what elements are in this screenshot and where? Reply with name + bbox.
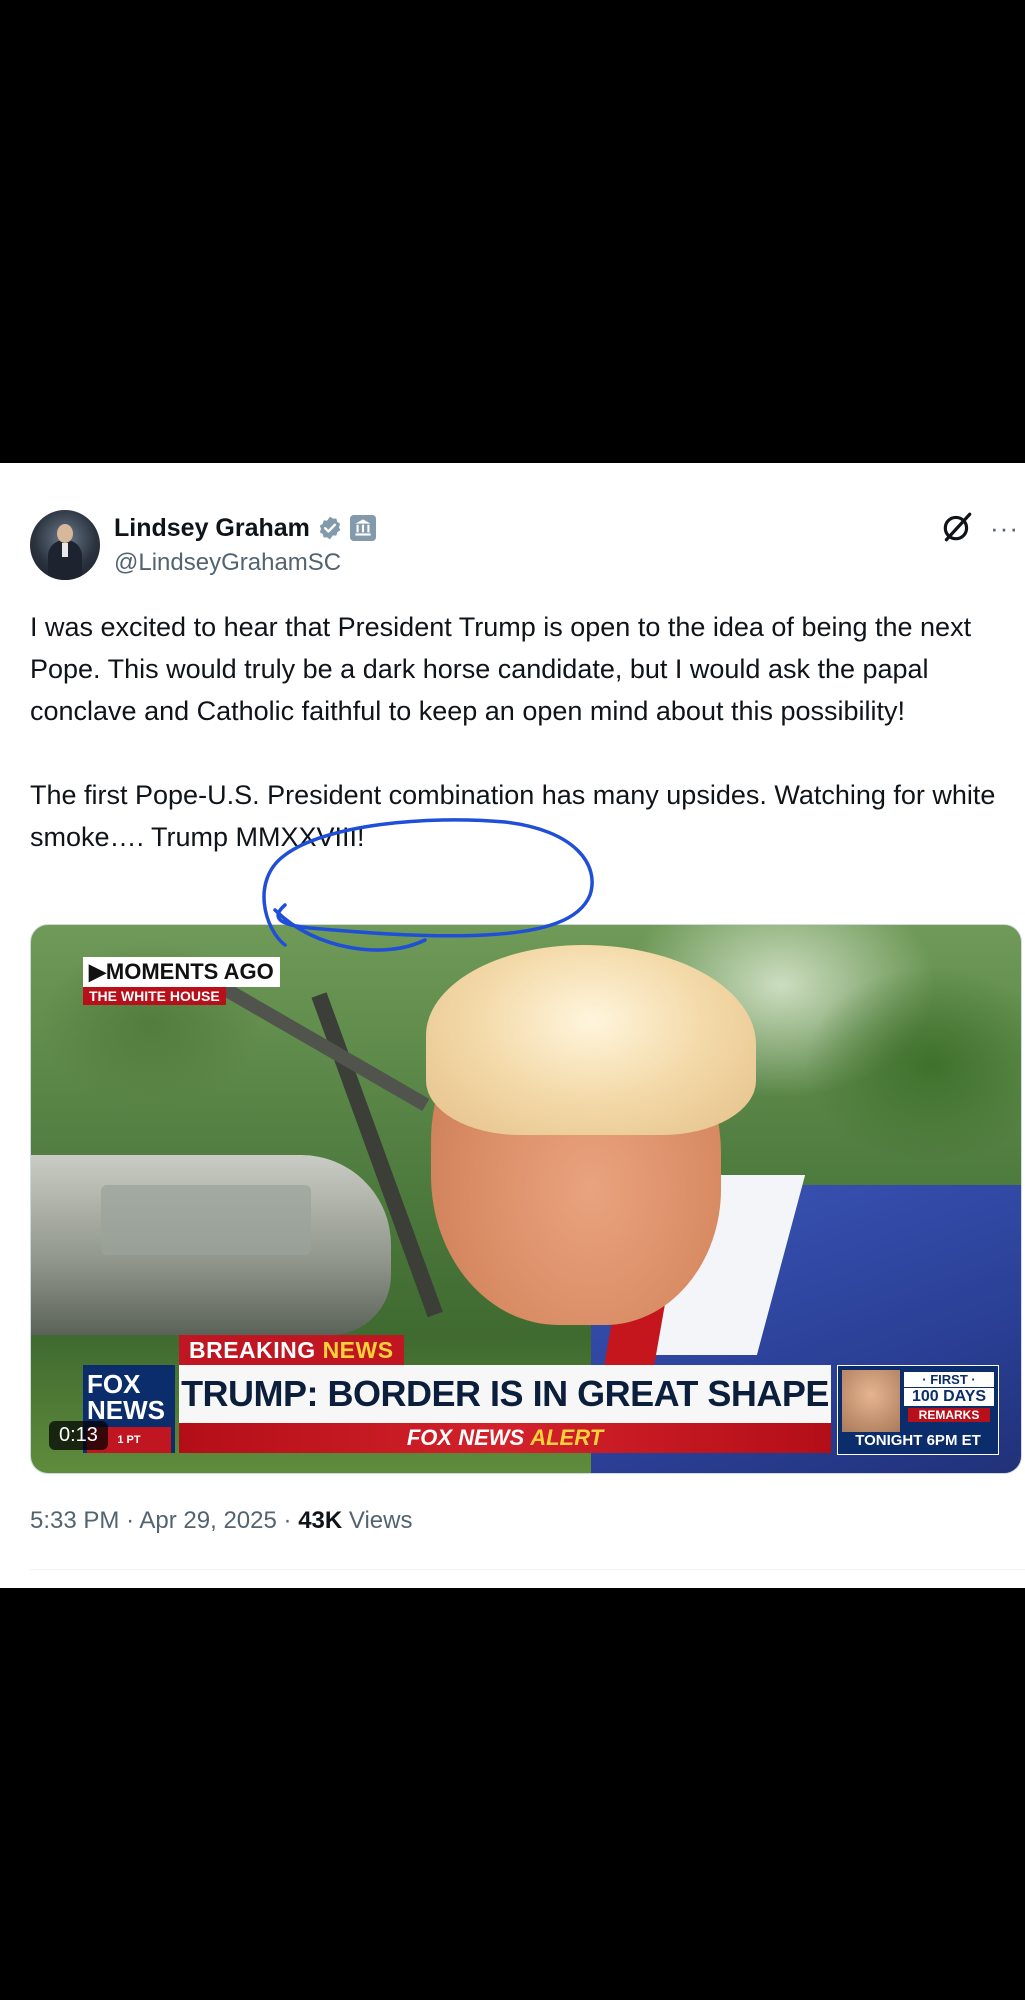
tweet-date[interactable]: Apr 29, 2025 <box>139 1507 276 1534</box>
location-label: THE WHITE HOUSE <box>83 987 226 1005</box>
video-player[interactable]: ▶MOMENTS AGO THE WHITE HOUSE BREAKING NE… <box>30 924 1022 1474</box>
breaking-news-label: BREAKING NEWS <box>179 1335 404 1366</box>
promo-box: · FIRST · 100 DAYS REMARKS TONIGHT 6PM E… <box>837 1365 999 1455</box>
views-label: Views <box>348 1507 413 1534</box>
author-name-row: Lindsey Graham <box>114 511 376 545</box>
tweet-card: Lindsey Graham @LindseyGrahamSC ··· I wa… <box>0 463 1025 1588</box>
verified-badge-icon <box>319 516 341 540</box>
views-count: 43K <box>298 1507 343 1534</box>
tweet-paragraph-1: I was excited to hear that President Tru… <box>30 612 972 726</box>
government-badge-icon <box>349 515 376 541</box>
tweet-body: I was excited to hear that President Tru… <box>30 606 1020 858</box>
promo-photo <box>842 1370 900 1432</box>
divider <box>30 1569 1025 1570</box>
tweet-meta: 5:33 PM · Apr 29, 2025 · 43K Views <box>30 1507 413 1534</box>
grok-icon[interactable] <box>940 510 974 544</box>
author-avatar[interactable] <box>30 510 100 580</box>
video-duration-badge: 0:13 <box>49 1421 108 1450</box>
tweet-paragraph-2: The first Pope-U.S. President combinatio… <box>30 780 996 852</box>
more-options-icon[interactable]: ··· <box>990 513 1019 544</box>
author-handle[interactable]: @LindseyGrahamSC <box>114 549 341 577</box>
author-name[interactable]: Lindsey Graham <box>114 514 310 543</box>
headline-chyron: TRUMP: BORDER IS IN GREAT SHAPE <box>179 1365 831 1423</box>
moments-ago-badge: ▶MOMENTS AGO THE WHITE HOUSE <box>83 957 280 1005</box>
alert-bar: FOX NEWS ALERT <box>179 1423 831 1453</box>
tweet-time[interactable]: 5:33 PM <box>30 1507 119 1534</box>
moments-ago-label: ▶MOMENTS AGO <box>83 957 280 987</box>
